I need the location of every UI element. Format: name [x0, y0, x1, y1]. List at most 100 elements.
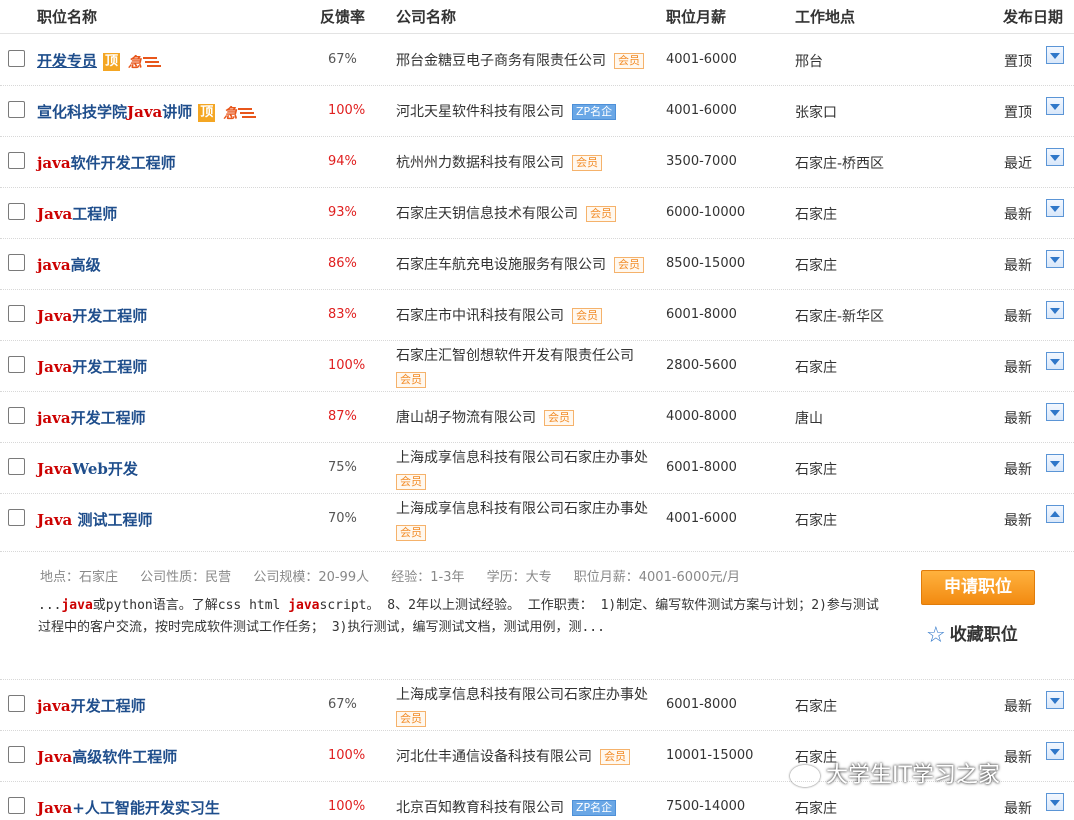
member-badge: 会员: [396, 711, 426, 727]
row-checkbox[interactable]: [8, 407, 25, 424]
apply-job-button[interactable]: 申请职位: [921, 570, 1035, 605]
chevron-down-icon[interactable]: [1046, 97, 1064, 115]
favorite-job-button[interactable]: ☆ 收藏职位: [926, 620, 1018, 648]
chevron-up-icon[interactable]: [1046, 505, 1064, 523]
chevron-down-icon[interactable]: [1046, 691, 1064, 709]
title-keyword: java: [37, 697, 71, 715]
chevron-down-icon[interactable]: [1046, 46, 1064, 64]
feedback-rate: 70%: [328, 511, 357, 526]
job-title-link[interactable]: Java 测试工程师: [37, 509, 153, 530]
title-text: 开发工程师: [70, 409, 146, 427]
job-title-link[interactable]: 开发专员顶急: [37, 50, 158, 72]
chevron-down-icon[interactable]: [1046, 454, 1064, 472]
salary: 6001-8000: [666, 307, 737, 322]
post-date: 最新: [1004, 360, 1032, 376]
table-row: Java开发工程师 83% 石家庄市中讯科技有限公司 会员 6001-8000 石家庄-新…: [0, 290, 1074, 341]
toggle-arrow: [1050, 308, 1060, 314]
table-row: java软件开发工程师 94% 杭州州力数据科技有限公司 会员 3500-7000 石家庄…: [0, 137, 1074, 188]
post-date: 最新: [1004, 411, 1032, 427]
job-title-link[interactable]: java软件开发工程师: [37, 152, 176, 173]
title-text: 开发工程师: [72, 307, 148, 325]
chevron-down-icon[interactable]: [1046, 148, 1064, 166]
location: 石家庄: [795, 207, 837, 223]
job-title-link[interactable]: Java高级软件工程师: [37, 746, 177, 767]
row-checkbox[interactable]: [8, 458, 25, 475]
table-row: Java工程师 93% 石家庄天钥信息技术有限公司 会员 6000-10000 石家庄 最新: [0, 188, 1074, 239]
location: 石家庄-桥西区: [795, 156, 885, 172]
job-title-link[interactable]: Java工程师: [37, 203, 117, 224]
company-name[interactable]: 杭州州力数据科技有限公司 会员: [396, 152, 602, 172]
chevron-down-icon[interactable]: [1046, 403, 1064, 421]
salary: 4001-6000: [666, 52, 737, 67]
salary: 4001-6000: [666, 103, 737, 118]
row-checkbox[interactable]: [8, 509, 25, 526]
title-keyword: Java: [127, 103, 163, 121]
job-title-link[interactable]: java开发工程师: [37, 695, 146, 716]
job-title-link[interactable]: Java+人工智能开发实习生: [37, 797, 220, 818]
title-text: 讲师: [162, 103, 193, 121]
member-badge: 会员: [600, 749, 630, 765]
job-title-link[interactable]: java开发工程师: [37, 407, 146, 428]
chevron-down-icon[interactable]: [1046, 199, 1064, 217]
salary: 8500-15000: [666, 256, 746, 271]
company-name[interactable]: 上海成享信息科技有限公司石家庄办事处 会员: [396, 683, 658, 731]
job-title-link[interactable]: java高级: [37, 254, 101, 275]
row-checkbox[interactable]: [8, 695, 25, 712]
title-text: 开发专员: [37, 52, 98, 70]
post-date: 最新: [1004, 513, 1032, 529]
feedback-rate: 87%: [328, 409, 357, 424]
company-name[interactable]: 石家庄市中讯科技有限公司 会员: [396, 305, 602, 325]
row-checkbox[interactable]: [8, 305, 25, 322]
table-row: 宣化科技学院Java讲师顶急 100% 河北天星软件科技有限公司 ZP名企 4001-6…: [0, 86, 1074, 137]
job-title-link[interactable]: Java开发工程师: [37, 356, 147, 377]
meta-edu: 学历：大专: [486, 570, 552, 585]
company-name[interactable]: 北京百知教育科技有限公司 ZP名企: [396, 797, 617, 817]
member-badge: 会员: [586, 206, 616, 222]
company-name[interactable]: 石家庄车航充电设施服务有限公司 会员: [396, 254, 644, 274]
row-checkbox[interactable]: [8, 746, 25, 763]
job-title-link[interactable]: 宣化科技学院Java讲师顶急: [37, 101, 253, 123]
table-row: Java 测试工程师 70% 上海成享信息科技有限公司石家庄办事处 会员 4001-60…: [0, 494, 1074, 552]
company-text: 北京百知教育科技有限公司: [396, 800, 564, 816]
row-checkbox[interactable]: [8, 797, 25, 814]
company-name[interactable]: 上海成享信息科技有限公司石家庄办事处 会员: [396, 446, 658, 494]
location: 石家庄: [795, 360, 837, 376]
chevron-down-icon[interactable]: [1046, 250, 1064, 268]
company-name[interactable]: 石家庄天钥信息技术有限公司 会员: [396, 203, 616, 223]
row-checkbox[interactable]: [8, 50, 25, 67]
row-checkbox[interactable]: [8, 254, 25, 271]
member-badge: 会员: [396, 474, 426, 490]
location: 邢台: [795, 54, 823, 70]
job-title-link[interactable]: Java开发工程师: [37, 305, 147, 326]
company-name[interactable]: 河北仕丰通信设备科技有限公司 会员: [396, 746, 630, 766]
company-text: 上海成享信息科技有限公司石家庄办事处: [396, 450, 648, 466]
table-row: java高级 86% 石家庄车航充电设施服务有限公司 会员 8500-15000 石家庄 最…: [0, 239, 1074, 290]
post-date: 最新: [1004, 462, 1032, 478]
row-checkbox[interactable]: [8, 203, 25, 220]
chevron-down-icon[interactable]: [1046, 742, 1064, 760]
company-text: 邢台金糖豆电子商务有限责任公司: [396, 53, 606, 69]
toggle-arrow: [1050, 749, 1060, 755]
company-name[interactable]: 河北天星软件科技有限公司 ZP名企: [396, 101, 617, 121]
toggle-arrow: [1050, 359, 1060, 365]
salary: 10001-15000: [666, 748, 754, 763]
chevron-down-icon[interactable]: [1046, 352, 1064, 370]
company-name[interactable]: 石家庄汇智创想软件开发有限责任公司 会员: [396, 344, 658, 392]
post-date: 最新: [1004, 750, 1032, 766]
row-checkbox[interactable]: [8, 356, 25, 373]
chevron-down-icon[interactable]: [1046, 793, 1064, 811]
chevron-down-icon[interactable]: [1046, 301, 1064, 319]
title-text: +人工智能开发实习生: [72, 799, 220, 817]
toggle-arrow: [1050, 461, 1060, 467]
row-checkbox[interactable]: [8, 101, 25, 118]
location: 石家庄: [795, 462, 837, 478]
location: 石家庄: [795, 258, 837, 274]
table-row: 开发专员顶急 67% 邢台金糖豆电子商务有限责任公司 会员 4001-6000 邢台 置顶: [0, 35, 1074, 86]
job-title-link[interactable]: JavaWeb开发: [37, 458, 138, 479]
feedback-rate: 93%: [328, 205, 357, 220]
company-name[interactable]: 唐山胡子物流有限公司 会员: [396, 407, 574, 427]
company-name[interactable]: 邢台金糖豆电子商务有限责任公司 会员: [396, 50, 644, 70]
row-checkbox[interactable]: [8, 152, 25, 169]
col-title: 职位名称: [37, 8, 98, 26]
company-name[interactable]: 上海成享信息科技有限公司石家庄办事处 会员: [396, 497, 658, 545]
